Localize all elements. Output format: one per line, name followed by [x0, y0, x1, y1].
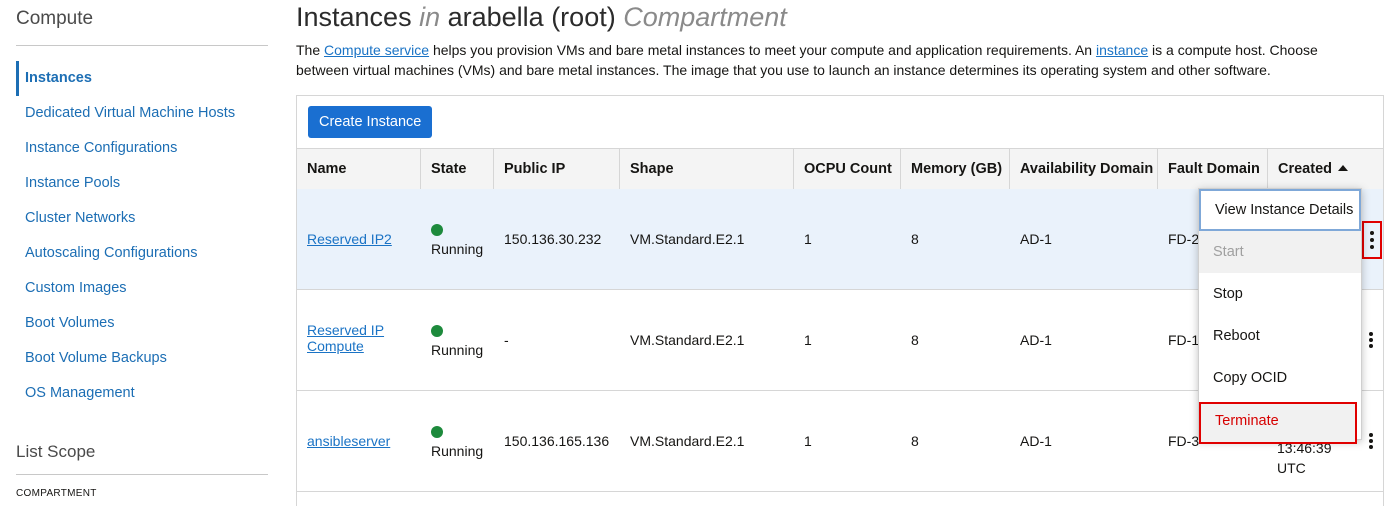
page-description: The Compute service helps you provision … [296, 41, 1356, 80]
sidebar-item-dedicated-vm-hosts[interactable]: Dedicated Virtual Machine Hosts [25, 105, 235, 121]
shape: VM.Standard.E2.1 [630, 433, 745, 449]
menu-item-view-instance-details[interactable]: View Instance Details [1199, 189, 1361, 231]
table-toolbar: Create Instance [297, 96, 1383, 148]
page-title-suffix: Compartment [623, 2, 787, 32]
fault-domain: FD-2 [1168, 231, 1200, 247]
instance-name-link[interactable]: Reserved IP2 [307, 231, 392, 247]
status-indicator [431, 223, 443, 239]
sidebar: Compute Instances Dedicated Virtual Mach… [0, 0, 285, 499]
sidebar-item-instances[interactable]: Instances [25, 70, 92, 86]
dot [1370, 245, 1374, 249]
column-header-created-label: Created [1278, 161, 1332, 177]
status-indicator [431, 324, 443, 340]
sidebar-title: Compute [16, 8, 94, 29]
sidebar-item-os-management[interactable]: OS Management [25, 385, 135, 401]
ocpu-count: 1 [804, 231, 812, 247]
shape: VM.Standard.E2.1 [630, 332, 745, 348]
dot [1369, 433, 1373, 437]
status-indicator [431, 425, 443, 441]
dot [1370, 231, 1374, 235]
menu-item-terminate[interactable]: Terminate [1199, 402, 1357, 444]
sidebar-item-boot-volumes[interactable]: Boot Volumes [25, 315, 114, 331]
availability-domain: AD-1 [1020, 231, 1052, 247]
state-text: Running [431, 443, 484, 459]
sidebar-item-cluster-networks[interactable]: Cluster Networks [25, 210, 135, 226]
column-header-created[interactable]: Created [1268, 149, 1383, 189]
shape: VM.Standard.E2.1 [630, 231, 745, 247]
active-indicator [16, 61, 19, 96]
column-header-public-ip[interactable]: Public IP [494, 149, 620, 189]
state-text: Running [431, 342, 484, 358]
public-ip: 150.136.165.136 [504, 433, 610, 449]
page-title: Instances in arabella (root) Compartment [296, 2, 787, 33]
running-status-icon [431, 426, 443, 438]
dot [1369, 445, 1373, 449]
availability-domain: AD-1 [1020, 332, 1052, 348]
row-actions-kebab-icon[interactable] [1362, 221, 1382, 259]
column-header-shape[interactable]: Shape [620, 149, 794, 189]
instance-name-cell: ansibleserver [307, 433, 390, 449]
dot [1369, 344, 1373, 348]
sidebar-item-instance-configurations[interactable]: Instance Configurations [25, 140, 177, 156]
column-header-ocpu-count[interactable]: OCPU Count [794, 149, 901, 189]
public-ip: - [504, 332, 509, 348]
instance-name-line1: Reserved IP [307, 322, 385, 338]
divider [16, 45, 268, 46]
ocpu-count: 1 [804, 433, 812, 449]
dot [1370, 238, 1374, 242]
column-header-availability-domain[interactable]: Availability Domain [1010, 149, 1158, 189]
memory: 8 [911, 332, 919, 348]
running-status-icon [431, 224, 443, 236]
page-title-compartment: arabella (root) [447, 2, 616, 32]
row-actions-kebab-icon[interactable] [1362, 323, 1380, 355]
state-text: Running [431, 241, 484, 257]
instance-link[interactable]: instance [1096, 42, 1148, 58]
menu-item-stop[interactable]: Stop [1199, 273, 1361, 315]
availability-domain: AD-1 [1020, 433, 1052, 449]
column-header-fault-domain[interactable]: Fault Domain [1158, 149, 1268, 189]
compartment-label: COMPARTMENT [16, 488, 97, 499]
instance-name-line2: Compute [307, 338, 364, 354]
created-timezone: UTC [1277, 460, 1306, 476]
desc-text: helps you provision VMs and bare metal i… [429, 42, 1096, 58]
desc-text: The [296, 42, 325, 58]
dot [1369, 338, 1373, 342]
row-actions-menu: View Instance Details Start Stop Reboot … [1198, 188, 1362, 444]
memory: 8 [911, 231, 919, 247]
dot [1369, 332, 1373, 336]
column-header-name[interactable]: Name [297, 149, 421, 189]
sidebar-item-custom-images[interactable]: Custom Images [25, 280, 127, 296]
created-cell: 13:46:39 UTC [1277, 438, 1332, 478]
column-header-memory[interactable]: Memory (GB) [901, 149, 1010, 189]
page-title-in: in [419, 2, 441, 32]
compute-service-link[interactable]: Compute service [324, 42, 429, 58]
row-actions-kebab-icon[interactable] [1362, 424, 1380, 456]
column-header-state[interactable]: State [421, 149, 494, 189]
menu-item-copy-ocid[interactable]: Copy OCID [1199, 357, 1361, 399]
fault-domain: FD-3 [1168, 433, 1200, 449]
memory: 8 [911, 433, 919, 449]
sidebar-item-autoscaling-configurations[interactable]: Autoscaling Configurations [25, 245, 198, 261]
public-ip: 150.136.30.232 [504, 231, 602, 247]
dot [1369, 439, 1373, 443]
menu-item-reboot[interactable]: Reboot [1199, 315, 1361, 357]
sidebar-item-boot-volume-backups[interactable]: Boot Volume Backups [25, 350, 167, 366]
ocpu-count: 1 [804, 332, 812, 348]
list-scope-title: List Scope [16, 442, 96, 461]
sidebar-item-instance-pools[interactable]: Instance Pools [25, 175, 120, 191]
divider [16, 474, 268, 475]
page-title-main: Instances [296, 2, 412, 32]
sort-ascending-icon [1338, 165, 1348, 171]
running-status-icon [431, 325, 443, 337]
table-header: Name State Public IP Shape OCPU Count Me… [297, 148, 1383, 190]
create-instance-button[interactable]: Create Instance [308, 106, 433, 138]
menu-item-start[interactable]: Start [1199, 231, 1361, 273]
fault-domain: FD-1 [1168, 332, 1200, 348]
instance-name-link[interactable]: ansibleserver [307, 433, 390, 449]
instance-name-cell: Reserved IP2 [307, 231, 392, 247]
instance-name-link[interactable]: Reserved IP Compute [307, 322, 384, 354]
instance-name-cell: Reserved IP Compute [307, 322, 384, 354]
